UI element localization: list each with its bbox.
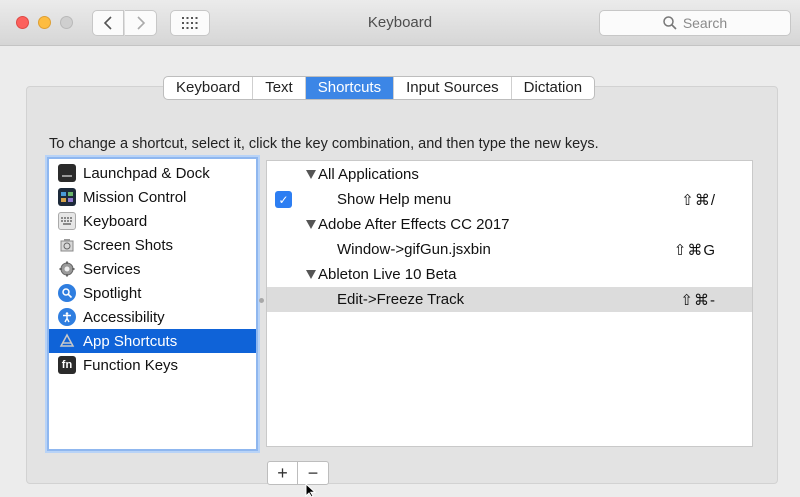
launchpad-icon [58, 164, 76, 182]
shortcut-keys[interactable]: ⇧⌘G [674, 241, 716, 259]
shortcut-label: Show Help menu [337, 191, 452, 208]
remove-button[interactable]: − [298, 462, 328, 484]
disclosure-triangle-icon[interactable] [306, 170, 316, 179]
shortcut-row[interactable]: Edit->Freeze Track ⇧⌘- [267, 287, 752, 312]
mouse-cursor-icon [305, 483, 317, 497]
shortcut-label: Window->gifGun.jsxbin [337, 241, 491, 258]
category-launchpad-dock[interactable]: Launchpad & Dock [49, 161, 256, 185]
chevron-right-icon [136, 16, 145, 30]
checkbox[interactable]: ✓ [275, 191, 292, 208]
close-button[interactable] [16, 16, 29, 29]
category-spotlight[interactable]: Spotlight [49, 281, 256, 305]
category-label: Screen Shots [83, 236, 174, 254]
disclosure-triangle-icon[interactable] [306, 220, 316, 229]
grid-icon [182, 17, 198, 29]
tab-text[interactable]: Text [253, 77, 306, 99]
app-store-icon [58, 332, 76, 350]
shortcut-list: All Applications ✓ Show Help menu ⇧⌘/ Ad… [266, 160, 753, 447]
shortcut-row[interactable]: Window->gifGun.jsxbin ⇧⌘G [267, 237, 752, 262]
fn-icon: fn [58, 356, 76, 374]
group-label: All Applications [318, 166, 419, 183]
back-button[interactable] [92, 10, 124, 36]
category-label: Function Keys [83, 356, 179, 374]
group-label: Adobe After Effects CC 2017 [318, 216, 510, 233]
instruction-text: To change a shortcut, select it, click t… [49, 136, 599, 152]
shortcut-keys[interactable]: ⇧⌘/ [681, 191, 716, 209]
search-field[interactable]: Search [599, 10, 791, 36]
shortcut-row[interactable]: ✓ Show Help menu ⇧⌘/ [267, 187, 752, 212]
disclosure-triangle-icon[interactable] [306, 270, 316, 279]
mission-control-icon [58, 188, 76, 206]
category-app-shortcuts[interactable]: App Shortcuts [49, 329, 256, 353]
category-function-keys[interactable]: fn Function Keys [49, 353, 256, 377]
category-mission-control[interactable]: Mission Control [49, 185, 256, 209]
category-label: Spotlight [83, 284, 142, 302]
category-label: Keyboard [83, 212, 148, 230]
category-label: App Shortcuts [83, 332, 178, 350]
group-label: Ableton Live 10 Beta [318, 266, 457, 283]
tab-bar: Keyboard Text Shortcuts Input Sources Di… [163, 76, 596, 100]
shortcut-keys[interactable]: ⇧⌘- [680, 291, 716, 309]
category-screen-shots[interactable]: Screen Shots [49, 233, 256, 257]
split-handle[interactable] [259, 298, 264, 303]
tab-shortcuts[interactable]: Shortcuts [305, 77, 395, 99]
category-label: Services [83, 260, 141, 278]
forward-button[interactable] [125, 10, 157, 36]
show-all-button[interactable] [170, 10, 210, 36]
title-bar: Keyboard Search [0, 0, 800, 46]
category-label: Accessibility [83, 308, 165, 326]
minimize-button[interactable] [38, 16, 51, 29]
category-list: Launchpad & Dock Mission Control Keyboar… [47, 157, 258, 451]
category-label: Mission Control [83, 188, 187, 206]
zoom-button[interactable] [60, 16, 73, 29]
spotlight-icon [58, 284, 76, 302]
group-row[interactable]: All Applications [267, 162, 752, 187]
shortcut-label: Edit->Freeze Track [337, 291, 465, 308]
chevron-left-icon [103, 16, 112, 30]
add-remove-control: + − [267, 461, 329, 485]
category-label: Launchpad & Dock [83, 164, 210, 182]
group-row[interactable]: Adobe After Effects CC 2017 [267, 212, 752, 237]
keyboard-icon [58, 212, 76, 230]
search-placeholder: Search [682, 15, 728, 31]
category-services[interactable]: Services [49, 257, 256, 281]
category-accessibility[interactable]: Accessibility [49, 305, 256, 329]
add-button[interactable]: + [268, 462, 298, 484]
search-icon [663, 16, 677, 30]
tab-dictation[interactable]: Dictation [512, 77, 594, 99]
category-keyboard[interactable]: Keyboard [49, 209, 256, 233]
tab-keyboard[interactable]: Keyboard [164, 77, 254, 99]
group-row[interactable]: Ableton Live 10 Beta [267, 262, 752, 287]
screenshot-icon [58, 236, 76, 254]
accessibility-icon [58, 308, 76, 326]
window-title: Keyboard [367, 14, 433, 31]
gear-icon [58, 260, 76, 278]
tab-input-sources[interactable]: Input Sources [394, 77, 512, 99]
